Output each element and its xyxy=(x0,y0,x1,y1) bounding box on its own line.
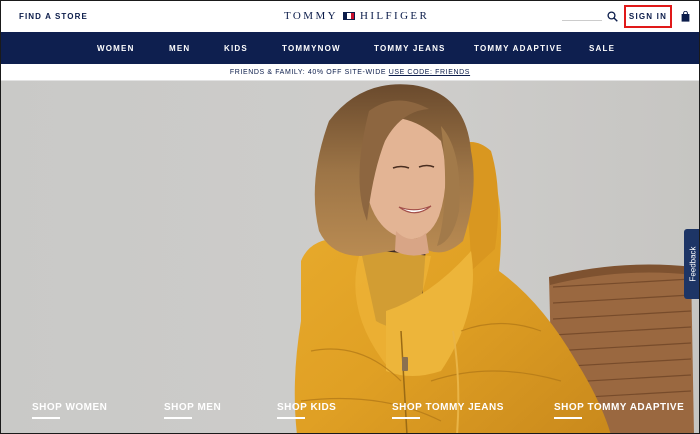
nav-tommy-adaptive[interactable]: TOMMY ADAPTIVE xyxy=(474,44,563,53)
nav-kids[interactable]: KIDS xyxy=(224,44,248,53)
nav-men[interactable]: MEN xyxy=(169,44,190,53)
promo-text: FRIENDS & FAMILY: 40% OFF SITE-WIDE xyxy=(229,69,389,76)
feedback-label: Feedback xyxy=(688,246,697,282)
main-nav: WOMEN MEN KIDS TOMMYNOW TOMMY JEANS TOMM… xyxy=(1,32,699,64)
shop-tommy-adaptive-underline xyxy=(554,417,582,419)
hero-banner: SHOP WOMEN SHOP MEN SHOP KIDS SHOP TOMMY… xyxy=(1,81,699,433)
shop-kids-label: SHOP KIDS xyxy=(277,402,337,413)
shop-tommy-jeans-underline xyxy=(392,417,420,419)
find-a-store-link[interactable]: FIND A STORE xyxy=(19,12,88,21)
shop-kids-link[interactable]: SHOP KIDS xyxy=(277,402,336,419)
promo-code-link[interactable]: USE CODE: FRIENDS xyxy=(389,69,470,76)
shop-kids-underline xyxy=(277,417,305,419)
shop-tommy-jeans-link[interactable]: SHOP TOMMY JEANS xyxy=(392,402,504,419)
sign-in-label: SIGN IN xyxy=(628,12,668,21)
top-header: FIND A STORE TOMMY HILFIGER SIGN IN xyxy=(1,1,699,32)
hero-image xyxy=(1,81,699,433)
nav-sale[interactable]: SALE xyxy=(589,44,615,53)
shop-women-link[interactable]: SHOP WOMEN xyxy=(32,402,107,419)
logo-text-left: TOMMY xyxy=(284,10,338,22)
shop-men-underline xyxy=(164,417,192,419)
nav-tommynow[interactable]: TOMMYNOW xyxy=(282,44,341,53)
shop-women-underline xyxy=(32,417,60,419)
search-icon[interactable] xyxy=(607,11,618,22)
shop-men-link[interactable]: SHOP MEN xyxy=(164,402,221,419)
feedback-tab[interactable]: Feedback xyxy=(684,229,699,299)
logo-text-right: HILFIGER xyxy=(359,10,430,22)
sign-in-button[interactable]: SIGN IN xyxy=(624,5,672,28)
shop-tommy-adaptive-link[interactable]: SHOP TOMMY ADAPTIVE xyxy=(554,402,684,419)
shop-tommy-jeans-label: SHOP TOMMY JEANS xyxy=(392,402,504,413)
nav-tommy-jeans[interactable]: TOMMY JEANS xyxy=(374,44,446,53)
bag-icon[interactable] xyxy=(681,11,690,22)
brand-logo[interactable]: TOMMY HILFIGER xyxy=(284,10,429,22)
shop-women-label: SHOP WOMEN xyxy=(32,402,108,413)
shop-tommy-adaptive-label: SHOP TOMMY ADAPTIVE xyxy=(554,402,685,413)
shop-men-label: SHOP MEN xyxy=(164,402,222,413)
page-frame: FIND A STORE TOMMY HILFIGER SIGN IN WOME… xyxy=(0,0,700,434)
flag-icon xyxy=(342,12,355,20)
promo-banner: FRIENDS & FAMILY: 40% OFF SITE-WIDE USE … xyxy=(1,64,699,81)
nav-women[interactable]: WOMEN xyxy=(97,44,135,53)
search-input[interactable] xyxy=(562,20,602,21)
